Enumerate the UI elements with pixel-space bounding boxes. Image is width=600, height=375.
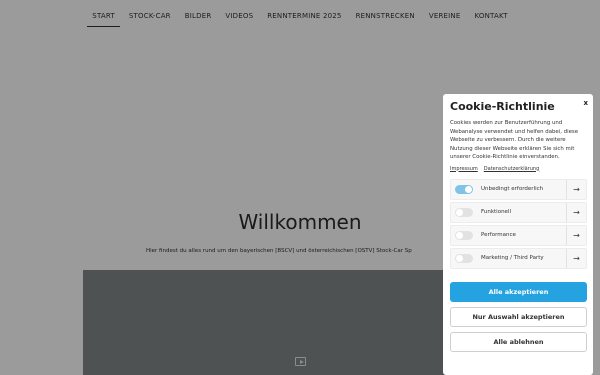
nav-item-kontakt[interactable]: KONTAKT — [468, 0, 515, 32]
cookie-title: Cookie-Richtlinie — [450, 100, 555, 113]
nav-item-renntermine[interactable]: RENNTERMINE 2025 — [260, 0, 348, 32]
cookie-category-marketing: Marketing / Third Party → — [450, 247, 587, 269]
arrow-right-icon[interactable]: → — [566, 202, 586, 222]
accept-selection-button[interactable]: Nur Auswahl akzeptieren — [450, 306, 587, 327]
nav-item-bilder[interactable]: BILDER — [178, 0, 219, 32]
cookie-category-necessary: Unbedingt erforderlich → — [450, 178, 587, 200]
privacy-link[interactable]: Datenschutzerklärung — [484, 166, 539, 172]
nav-item-rennstrecken[interactable]: RENNSTRECKEN — [349, 0, 422, 32]
cookie-dialog: x Cookie-Richtlinie Cookies werden zur B… — [443, 94, 593, 375]
category-label: Marketing / Third Party — [481, 255, 544, 261]
nav-item-vereine[interactable]: VEREINE — [422, 0, 468, 32]
page-subtitle: Hier findest du alles rund um den bayeri… — [146, 248, 412, 254]
arrow-right-icon[interactable]: → — [566, 248, 586, 268]
cookie-category-functional: Funktionell → — [450, 201, 587, 223]
cookie-links: Impressum Datenschutzerklärung — [450, 166, 587, 172]
impressum-link[interactable]: Impressum — [450, 166, 478, 172]
accept-all-button[interactable]: Alle akzeptieren — [450, 281, 587, 302]
cookie-category-performance: Performance → — [450, 224, 587, 246]
top-navigation: START STOCK-CAR BILDER VIDEOS RENNTERMIN… — [0, 0, 600, 32]
arrow-right-icon[interactable]: → — [566, 225, 586, 245]
reject-all-button[interactable]: Alle ablehnen — [450, 331, 587, 352]
category-label: Funktionell — [481, 209, 511, 215]
category-label: Performance — [481, 232, 516, 238]
nav-item-start[interactable]: START — [85, 0, 122, 32]
arrow-right-icon[interactable]: → — [566, 179, 586, 199]
nav-item-stock-car[interactable]: STOCK-CAR — [122, 0, 178, 32]
toggle-marketing[interactable] — [455, 253, 473, 263]
nav-item-videos[interactable]: VIDEOS — [218, 0, 260, 32]
cookie-description: Cookies werden zur Benutzerführung und W… — [450, 120, 579, 160]
play-icon[interactable] — [295, 357, 306, 366]
toggle-functional[interactable] — [455, 207, 473, 217]
toggle-performance[interactable] — [455, 230, 473, 240]
cookie-categories: Unbedingt erforderlich → Funktionell → P… — [450, 178, 587, 269]
toggle-necessary[interactable] — [455, 184, 473, 194]
nav-list: START STOCK-CAR BILDER VIDEOS RENNTERMIN… — [85, 0, 514, 32]
category-label: Unbedingt erforderlich — [481, 186, 544, 192]
close-icon[interactable]: x — [583, 99, 588, 107]
